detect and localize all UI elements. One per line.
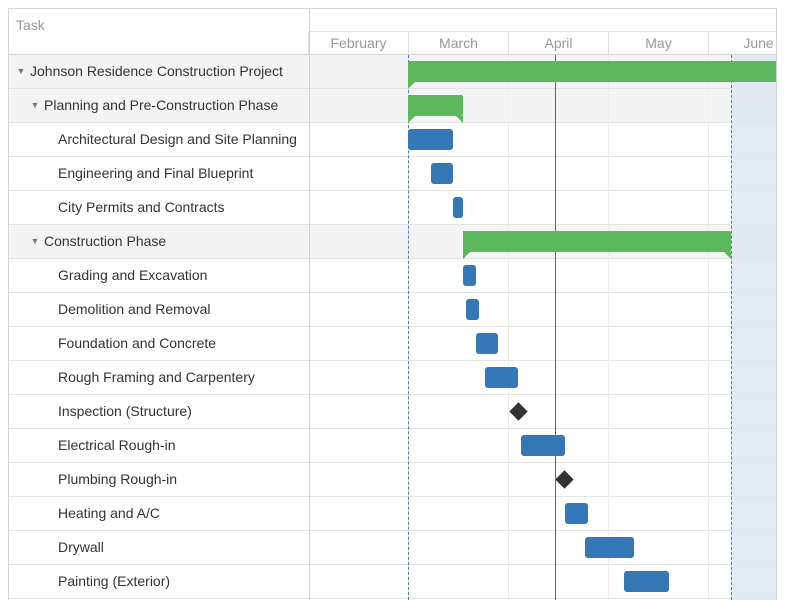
month-gridline [508, 55, 509, 600]
grid-header: Task [9, 9, 309, 55]
task-label: Plumbing Rough-in [58, 471, 178, 487]
project-boundary-marker [731, 55, 733, 600]
project-bar[interactable] [408, 61, 776, 89]
timeline-row [310, 531, 776, 565]
timeline-row [310, 157, 776, 191]
task-bar[interactable] [475, 333, 499, 354]
task-row[interactable]: Heating and A/C [9, 497, 309, 531]
gantt-chart: Task ▼ Johnson Residence Construction Pro… [8, 8, 777, 600]
bar-start-tab [408, 116, 415, 123]
timeline-row [310, 191, 776, 225]
timeline-row [310, 327, 776, 361]
collapse-toggle-icon[interactable]: ▼ [30, 89, 40, 122]
task-row[interactable]: ▼ Johnson Residence Construction Project [9, 55, 309, 89]
task-row[interactable]: Plumbing Rough-in [9, 463, 309, 497]
timeline-row [310, 395, 776, 429]
task-column-header[interactable]: Task [16, 17, 45, 33]
task-label: City Permits and Contracts [58, 199, 225, 215]
timeline-row [310, 89, 776, 123]
task-row[interactable]: Grading and Excavation [9, 259, 309, 293]
collapse-toggle-icon[interactable]: ▼ [30, 225, 40, 258]
timeline-area: February March April May June [308, 9, 776, 600]
task-label: Drywall [58, 539, 104, 555]
task-row[interactable]: Architectural Design and Site Planning [9, 123, 309, 157]
timeline-row [310, 259, 776, 293]
task-row[interactable]: Painting (Exterior) [9, 565, 309, 599]
project-bar[interactable] [408, 95, 463, 123]
timeline-row [310, 361, 776, 395]
project-bar[interactable] [462, 231, 732, 259]
task-label: Architectural Design and Site Planning [58, 131, 297, 147]
task-label: Engineering and Final Blueprint [58, 165, 254, 181]
timeline-scale: February March April May June [308, 9, 776, 55]
task-row[interactable]: Foundation and Concrete [9, 327, 309, 361]
task-label: Electrical Rough-in [58, 437, 176, 453]
task-label: Planning and Pre-Construction Phase [44, 97, 279, 113]
timeline-row [310, 565, 776, 599]
task-row[interactable]: Engineering and Final Blueprint [9, 157, 309, 191]
today-marker [554, 55, 556, 600]
task-row[interactable]: City Permits and Contracts [9, 191, 309, 225]
task-label: Construction Phase [44, 233, 167, 249]
collapse-toggle-icon[interactable]: ▼ [16, 55, 26, 88]
timeline-body [310, 55, 776, 600]
task-label: Demolition and Removal [58, 301, 211, 317]
task-bar[interactable] [462, 265, 476, 286]
task-row[interactable]: ▼ Planning and Pre-Construction Phase [9, 89, 309, 123]
month-label: March [408, 32, 508, 55]
task-row[interactable]: ▼ Construction Phase [9, 225, 309, 259]
task-row[interactable]: Drywall [9, 531, 309, 565]
task-bar[interactable] [408, 129, 454, 150]
task-bar[interactable] [453, 197, 463, 218]
task-row[interactable]: Electrical Rough-in [9, 429, 309, 463]
task-bar[interactable] [430, 163, 454, 184]
timeline-row [310, 293, 776, 327]
grid-rows: ▼ Johnson Residence Construction Project ▼… [9, 55, 309, 599]
task-bar[interactable] [564, 503, 588, 524]
timeline-row [310, 463, 776, 497]
month-gridline [608, 55, 609, 600]
bar-end-tab [455, 116, 463, 123]
task-bar[interactable] [466, 299, 479, 320]
task-label: Inspection (Structure) [58, 403, 192, 419]
task-bar[interactable] [521, 435, 565, 456]
task-bar[interactable] [584, 537, 634, 558]
task-row[interactable]: Demolition and Removal [9, 293, 309, 327]
bar-end-tab [724, 252, 732, 259]
month-label: June [708, 32, 776, 55]
timeline-row [310, 123, 776, 157]
bar-start-tab [408, 82, 415, 89]
month-label: May [608, 32, 708, 55]
task-label: Painting (Exterior) [58, 573, 171, 589]
scale-top-row [310, 9, 776, 32]
month-label: April [508, 32, 608, 55]
task-label: Johnson Residence Construction Project [30, 63, 283, 79]
month-label: February [308, 32, 408, 55]
task-row[interactable]: Inspection (Structure) [9, 395, 309, 429]
bar-start-tab [462, 252, 470, 259]
task-label: Foundation and Concrete [58, 335, 216, 351]
task-label: Rough Framing and Carpentery [58, 369, 255, 385]
task-label: Heating and A/C [58, 505, 160, 521]
task-bar[interactable] [485, 367, 518, 388]
timeline-row [310, 497, 776, 531]
task-label: Grading and Excavation [58, 267, 208, 283]
task-bar[interactable] [624, 571, 670, 592]
month-gridline [708, 55, 709, 600]
task-grid: Task ▼ Johnson Residence Construction Pro… [9, 9, 310, 600]
task-row[interactable]: Rough Framing and Carpentery [9, 361, 309, 395]
highlighted-range [731, 55, 776, 600]
